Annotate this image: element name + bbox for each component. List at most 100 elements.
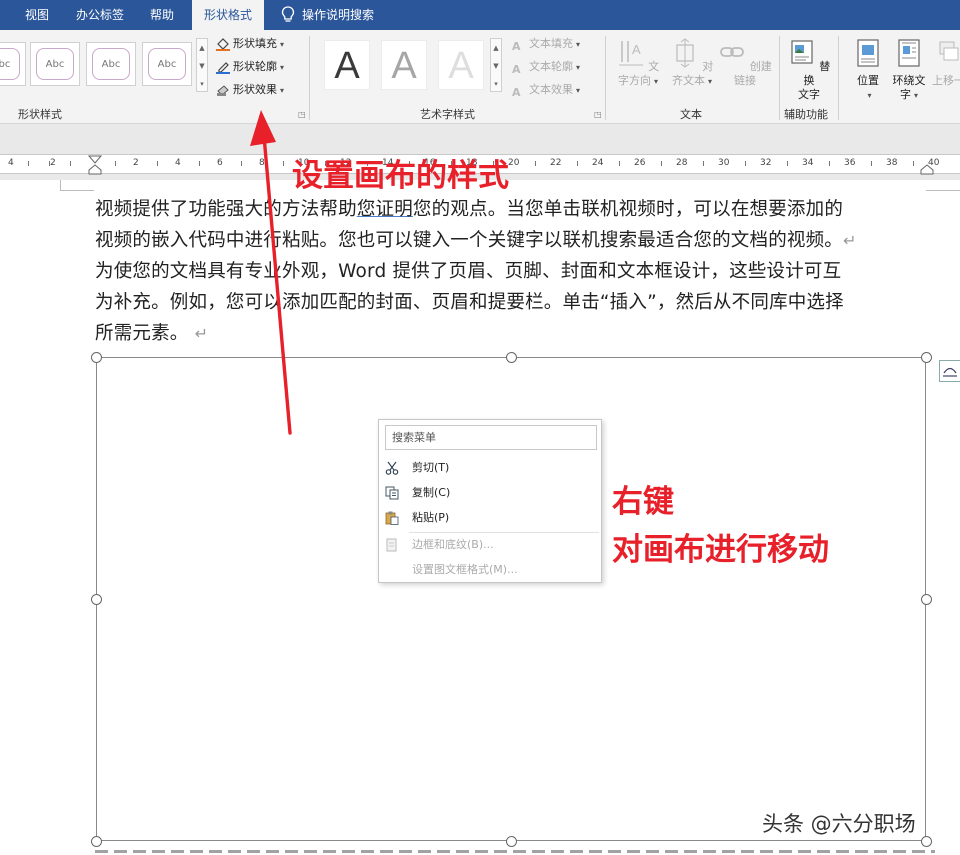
- ruler-number: 40: [928, 158, 940, 168]
- shape-style-preset[interactable]: Abc: [0, 42, 26, 86]
- wordart-style-dark[interactable]: A: [324, 40, 370, 90]
- layout-options-button[interactable]: [939, 360, 960, 382]
- group-divider: [779, 36, 780, 120]
- menu-item-copy[interactable]: 复制(C): [379, 481, 601, 505]
- watermark: 头条 @六分职场: [762, 812, 916, 836]
- text-effects-button[interactable]: A 文本效果 ▾: [512, 80, 580, 100]
- next-paragraph-partial: [95, 846, 935, 855]
- resize-handle-right[interactable]: [921, 594, 932, 605]
- wrap-text-button[interactable]: 环绕文字 ▾: [888, 38, 930, 103]
- align-text-button[interactable]: 对齐文本 ▾: [666, 38, 718, 89]
- text-direction-button[interactable]: A 文字方向 ▾: [612, 38, 664, 89]
- shape-effects-icon: [217, 85, 229, 96]
- group-label-text: 文本: [680, 108, 702, 121]
- wrap-text-icon: [898, 39, 920, 67]
- menu-search-input[interactable]: 搜索菜单: [385, 425, 597, 450]
- annotation-move-canvas: 对画布进行移动: [612, 532, 829, 568]
- tab-office-tabs[interactable]: 办公标签: [66, 0, 134, 30]
- ruler-number: 4: [175, 158, 181, 168]
- menu-item-paste[interactable]: 粘贴(P): [379, 506, 601, 530]
- document-paragraph[interactable]: 视频提供了功能强大的方法帮助您证明您的观点。当您单击联机视频时，可以在想要添加的…: [95, 194, 935, 349]
- shape-outline-button[interactable]: 形状轮廓 ▾: [216, 57, 284, 77]
- group-label-accessibility: 辅助功能: [784, 108, 828, 121]
- group-label-shape-styles: 形状样式: [18, 108, 62, 121]
- text-direction-icon: A: [618, 41, 643, 66]
- wordart-style-gray[interactable]: A: [381, 40, 427, 90]
- paragraph-line: 为使您的文档具有专业外观，Word 提供了页眉、页脚、封面和文本框设计，这些设计…: [95, 261, 842, 282]
- shape-style-preset[interactable]: Abc: [142, 42, 192, 86]
- ruler-tick: [577, 161, 578, 166]
- position-button[interactable]: 位置 ▾: [848, 38, 888, 103]
- context-menu: 搜索菜单 剪切(T) 复制(C) 粘贴(P) 边框和底纹(B)... 设置图文框…: [378, 419, 602, 583]
- margin-corner: [60, 190, 94, 191]
- copy-icon: [385, 486, 399, 500]
- pencil-icon: [216, 62, 230, 74]
- paragraph-line: 视频提供了功能强大的方法帮助您证明您的观点。当您单击联机视频时，可以在想要添加的: [95, 199, 844, 220]
- ruler-number: 30: [718, 158, 730, 168]
- tab-help[interactable]: 帮助: [140, 0, 184, 30]
- group-divider: [605, 36, 606, 120]
- margin-corner: [926, 190, 960, 191]
- shape-style-preset[interactable]: Abc: [30, 42, 80, 86]
- ruler-number: 2: [133, 158, 139, 168]
- ruler-number: 6: [217, 158, 223, 168]
- ribbon-tab-bar: 视图 办公标签 帮助 形状格式 操作说明搜索: [0, 0, 960, 30]
- resize-handle-top-left[interactable]: [91, 352, 102, 363]
- ruler-number: 26: [634, 158, 646, 168]
- ruler-tick: [787, 161, 788, 166]
- wordart-style-light[interactable]: A: [438, 40, 484, 90]
- bring-forward-icon: [939, 41, 959, 61]
- text-outline-button[interactable]: A 文本轮廓 ▾: [512, 57, 580, 77]
- ruler-tick: [28, 161, 29, 166]
- ruler-tick: [871, 161, 872, 166]
- group-divider: [838, 36, 839, 120]
- ribbon: Abc Abc Abc Abc ▲▼▾ 形状填充▾ 形状轮廓▾ 形状效果▾ 形状…: [0, 30, 960, 124]
- ruler-tick: [661, 161, 662, 166]
- layout-options-icon: [943, 367, 957, 377]
- indent-marker-icon[interactable]: [88, 155, 102, 175]
- alt-text-icon: [791, 40, 813, 64]
- ruler-tick: [115, 161, 116, 166]
- ruler-tick: [703, 161, 704, 166]
- ruler-number: 22: [550, 158, 562, 168]
- ruler-number: 28: [676, 158, 688, 168]
- menu-item-cut[interactable]: 剪切(T): [379, 456, 601, 480]
- position-icon: [857, 39, 879, 67]
- menu-item-borders-shading[interactable]: 边框和底纹(B)...: [379, 533, 601, 557]
- resize-handle-top-right[interactable]: [921, 352, 932, 363]
- ruler-number: 32: [760, 158, 772, 168]
- ruler-tick: [535, 161, 536, 166]
- border-icon: [386, 538, 397, 552]
- ruler-number: 38: [886, 158, 898, 168]
- shape-style-preset[interactable]: Abc: [86, 42, 136, 86]
- align-text-icon: [676, 38, 694, 68]
- tab-shape-format[interactable]: 形状格式: [192, 0, 264, 30]
- resize-handle-left[interactable]: [91, 594, 102, 605]
- ruler-tick: [619, 161, 620, 166]
- shape-effects-button[interactable]: 形状效果 ▾: [216, 80, 284, 100]
- ruler-tick: [913, 161, 914, 166]
- margin-corner: [60, 180, 61, 190]
- resize-handle-top[interactable]: [506, 352, 517, 363]
- dialog-launcher-icon[interactable]: ◳: [594, 110, 602, 119]
- paragraph-line: 所需元素。 ↵: [95, 323, 209, 344]
- ruler-number: 34: [802, 158, 814, 168]
- menu-item-frame-format[interactable]: 设置图文框格式(M)...: [379, 558, 601, 582]
- text-fill-button[interactable]: A 文本填充 ▾: [512, 34, 580, 54]
- tab-view[interactable]: 视图: [14, 0, 60, 30]
- shape-fill-button[interactable]: 形状填充 ▾: [216, 34, 284, 54]
- ruler-tick: [70, 161, 71, 166]
- create-link-button[interactable]: 创建链接: [718, 38, 772, 88]
- lightbulb-icon: [281, 6, 295, 22]
- shape-style-gallery-scroll[interactable]: ▲ ▼ ▾: [196, 38, 208, 92]
- ruler-tick: [49, 161, 50, 166]
- paragraph-line: 视频的嵌入代码中进行粘贴。您也可以键入一个关键字以联机搜索最适合您的文档的视频。…: [95, 230, 857, 251]
- tell-me-search[interactable]: 操作说明搜索: [302, 0, 386, 30]
- wordart-gallery-scroll[interactable]: ▲ ▼ ▾: [490, 38, 502, 92]
- ruler-number: 20: [508, 158, 520, 168]
- alt-text-button[interactable]: 替换 文字: [786, 38, 832, 102]
- annotation-set-canvas-style: 设置画布的样式: [292, 158, 509, 194]
- scissors-icon: [385, 461, 399, 475]
- bring-forward-button[interactable]: 上移一: [932, 38, 960, 88]
- svg-text:A: A: [632, 42, 641, 57]
